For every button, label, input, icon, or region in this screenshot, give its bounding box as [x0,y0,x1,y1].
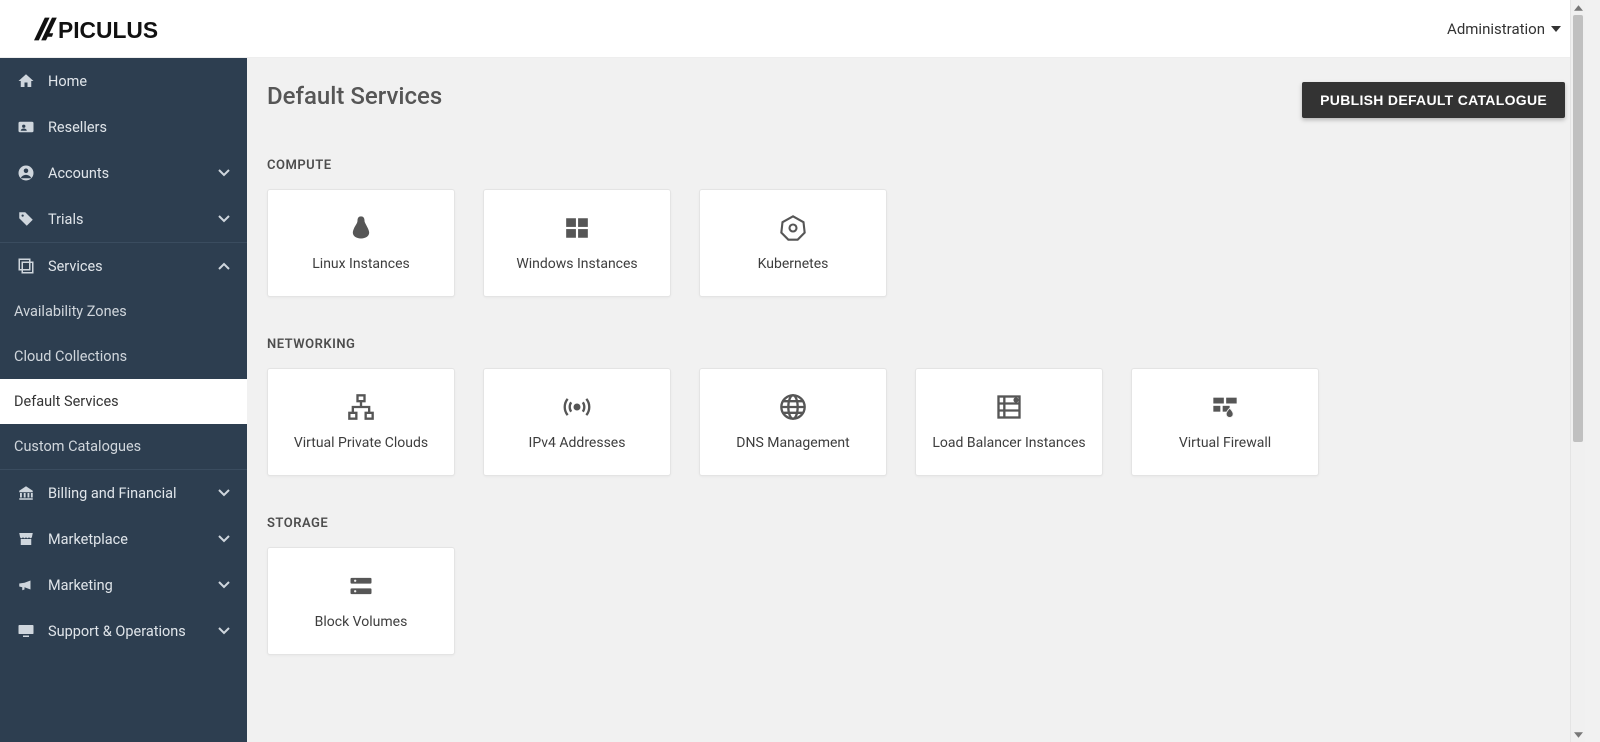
brand-logo: PICULUS [34,15,190,43]
linux-icon [347,214,375,242]
sidebar-item-label: Home [48,73,87,90]
section-heading-networking: NETWORKING [267,337,1565,352]
sidebar-item-home[interactable]: Home [0,58,247,104]
sidebar-item-trials[interactable]: Trials [0,196,247,242]
card-vpc[interactable]: Virtual Private Clouds [267,368,455,476]
sidebar-item-label: Trials [48,211,83,228]
card-label: Linux Instances [312,256,409,272]
id-card-icon [16,117,36,137]
sidebar: Home Resellers Accounts [0,58,247,742]
card-label: Load Balancer Instances [932,435,1085,451]
sidebar-sub-label: Availability Zones [14,303,127,320]
page-title: Default Services [267,82,442,110]
monitor-icon [16,621,36,641]
layers-icon [16,256,36,276]
sidebar-item-label: Support & Operations [48,623,186,640]
network-icon [347,393,375,421]
header: PICULUS Administration [0,0,1585,58]
sidebar-item-label: Accounts [48,165,109,182]
broadcast-icon [563,393,591,421]
home-icon [16,71,36,91]
user-circle-icon [16,163,36,183]
sidebar-item-accounts[interactable]: Accounts [0,150,247,196]
card-label: IPv4 Addresses [529,435,626,451]
chevron-down-icon [217,486,231,500]
sidebar-item-label: Resellers [48,119,107,136]
sidebar-sub-label: Cloud Collections [14,348,127,365]
sidebar-item-billing[interactable]: Billing and Financial [0,470,247,516]
administration-label: Administration [1447,20,1545,38]
sidebar-item-label: Marketing [48,577,113,594]
card-kubernetes[interactable]: Kubernetes [699,189,887,297]
card-label: Virtual Firewall [1179,435,1271,451]
card-block-volumes[interactable]: Block Volumes [267,547,455,655]
sidebar-item-support[interactable]: Support & Operations [0,608,247,654]
sidebar-item-label: Services [48,258,103,275]
card-label: Kubernetes [758,256,829,272]
card-windows-instances[interactable]: Windows Instances [483,189,671,297]
lb-icon [995,393,1023,421]
sidebar-sub-availability-zones[interactable]: Availability Zones [0,289,247,334]
scroll-down-arrow-icon[interactable] [1571,727,1585,742]
card-load-balancer[interactable]: Load Balancer Instances [915,368,1103,476]
publish-default-catalogue-button[interactable]: PUBLISH DEFAULT CATALOGUE [1302,82,1565,118]
card-dns[interactable]: DNS Management [699,368,887,476]
card-label: Windows Instances [516,256,637,272]
section-heading-compute: COMPUTE [267,158,1565,173]
tag-icon [16,209,36,229]
card-firewall[interactable]: Virtual Firewall [1131,368,1319,476]
globe-icon [779,393,807,421]
svg-text:PICULUS: PICULUS [58,17,158,43]
sidebar-sub-label: Custom Catalogues [14,438,141,455]
bank-icon [16,483,36,503]
windows-icon [563,214,591,242]
networking-grid: Virtual Private Clouds IPv4 Addresses DN… [267,368,1565,476]
card-linux-instances[interactable]: Linux Instances [267,189,455,297]
chevron-down-icon [217,532,231,546]
sidebar-item-resellers[interactable]: Resellers [0,104,247,150]
sidebar-item-services[interactable]: Services [0,243,247,289]
sidebar-sub-label: Default Services [14,393,119,410]
main-content: Default Services PUBLISH DEFAULT CATALOG… [247,58,1585,742]
firewall-icon [1211,393,1239,421]
caret-down-icon [1551,26,1561,32]
chevron-down-icon [217,166,231,180]
sidebar-sub-custom-catalogues[interactable]: Custom Catalogues [0,424,247,469]
sidebar-sub-cloud-collections[interactable]: Cloud Collections [0,334,247,379]
sidebar-item-label: Billing and Financial [48,485,177,502]
chevron-up-icon [217,259,231,273]
sidebar-sub-default-services[interactable]: Default Services [0,379,247,424]
chevron-down-icon [217,212,231,226]
section-heading-storage: STORAGE [267,516,1565,531]
administration-dropdown[interactable]: Administration [1447,20,1561,38]
scroll-thumb[interactable] [1573,15,1583,442]
vertical-scrollbar[interactable] [1570,0,1585,742]
store-icon [16,529,36,549]
kubernetes-icon [779,214,807,242]
card-label: DNS Management [736,435,849,451]
sidebar-item-marketing[interactable]: Marketing [0,562,247,608]
sidebar-item-label: Marketplace [48,531,128,548]
chevron-down-icon [217,624,231,638]
scroll-up-arrow-icon[interactable] [1571,0,1585,15]
sidebar-item-marketplace[interactable]: Marketplace [0,516,247,562]
compute-grid: Linux Instances Windows Instances Kubern… [267,189,1565,297]
storage-grid: Block Volumes [267,547,1565,655]
chevron-down-icon [217,578,231,592]
card-ipv4[interactable]: IPv4 Addresses [483,368,671,476]
storage-icon [347,572,375,600]
scroll-track[interactable] [1571,15,1585,727]
card-label: Block Volumes [315,614,408,630]
card-label: Virtual Private Clouds [294,435,428,451]
megaphone-icon [16,575,36,595]
